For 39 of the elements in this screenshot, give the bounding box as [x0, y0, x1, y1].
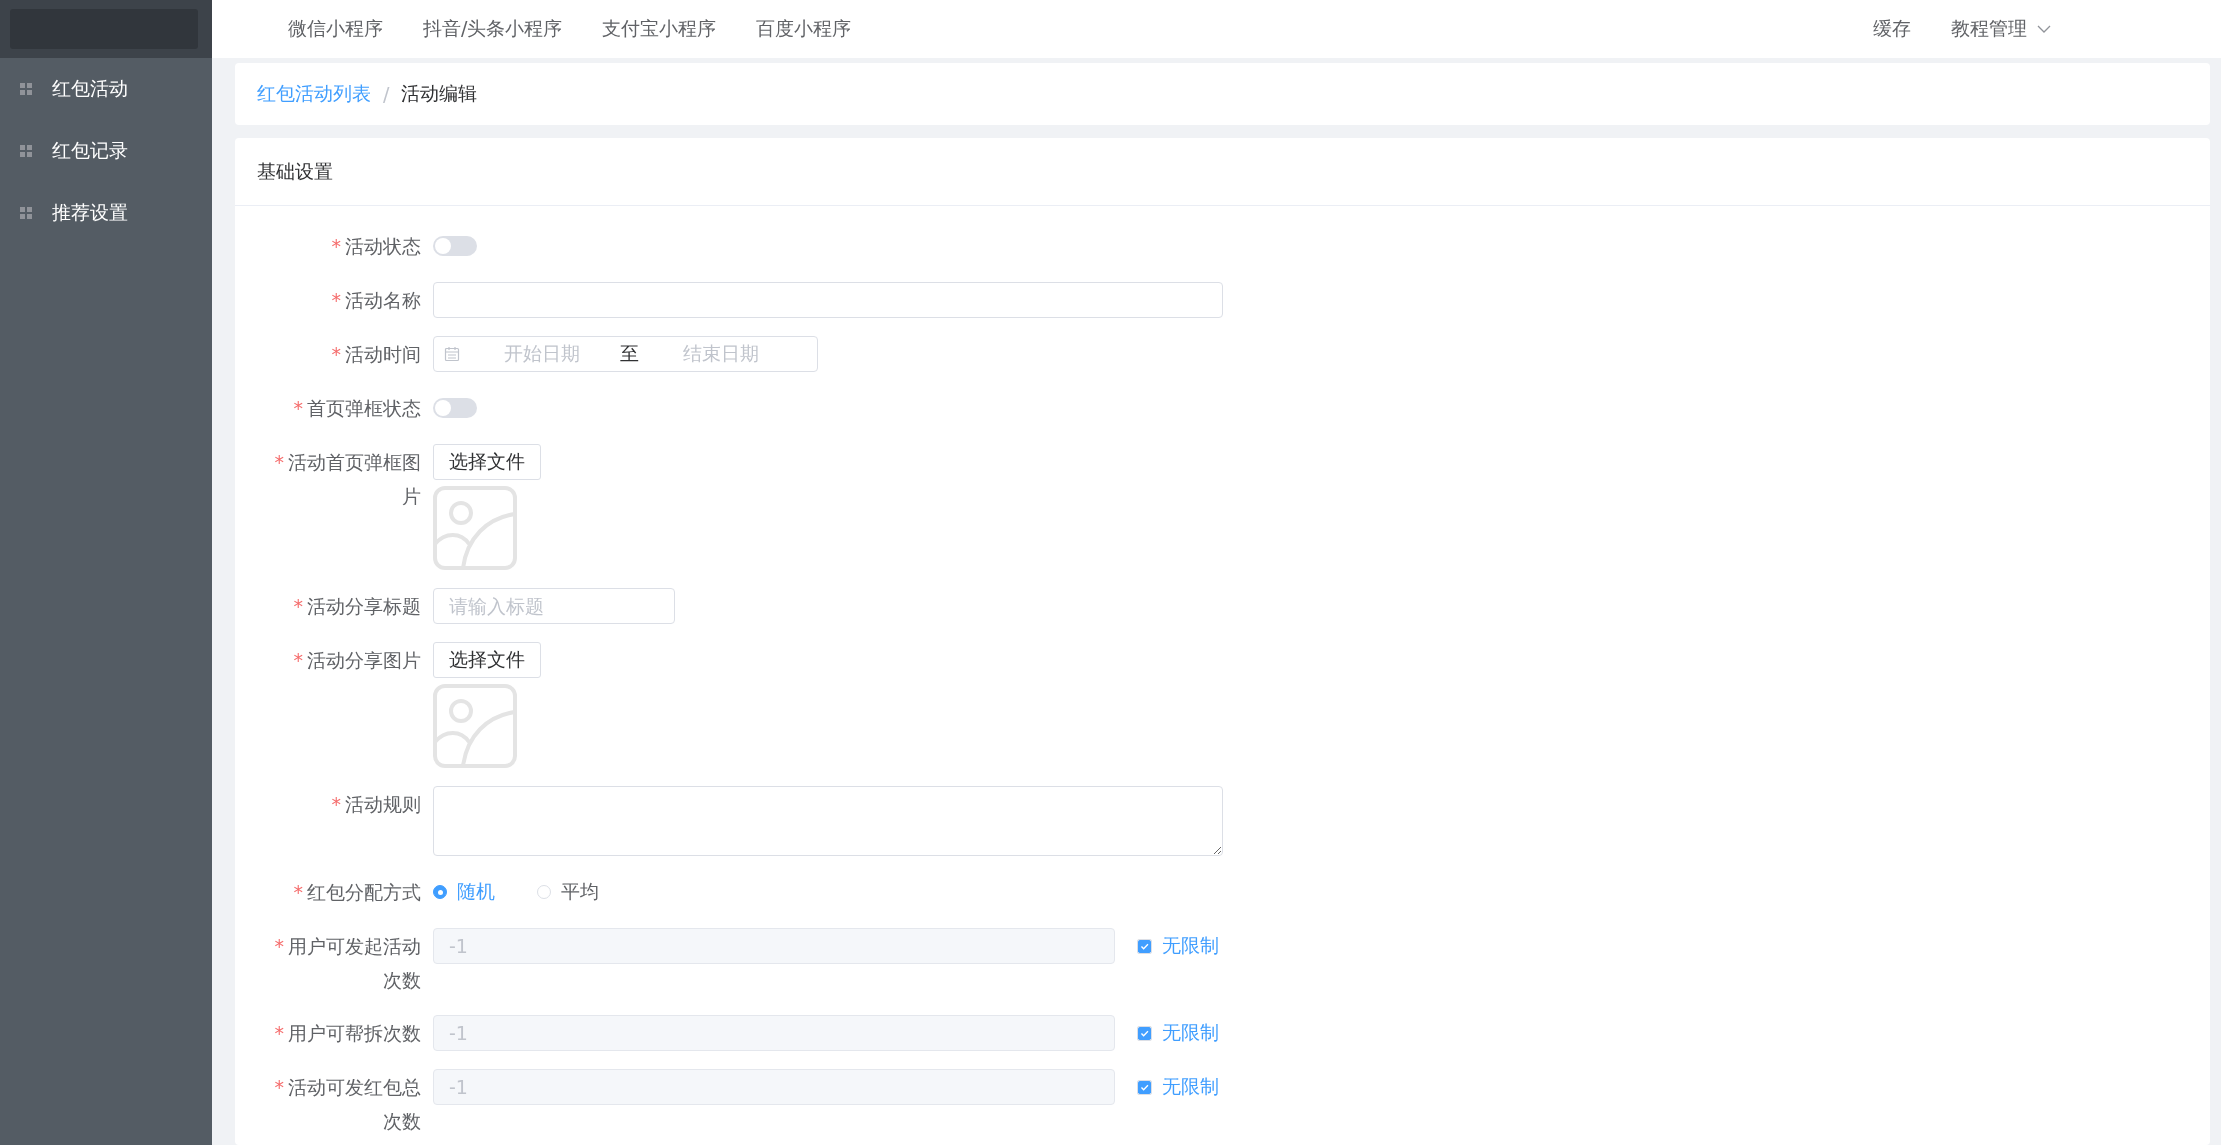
field-label: * 活动可发红包总次数: [273, 1075, 422, 1134]
image-placeholder-icon: [433, 486, 517, 570]
sidebar-item[interactable]: 推荐设置: [0, 182, 212, 244]
grid-icon: [20, 145, 32, 157]
input-field[interactable]: [433, 282, 1223, 318]
image-placeholder-icon: [433, 684, 517, 768]
field-label: * 用户可帮拆次数: [273, 1021, 422, 1046]
field-label: * 活动分享图片: [292, 648, 422, 673]
field-label: * 活动名称: [330, 288, 422, 313]
toggle-switch[interactable]: [433, 398, 477, 418]
nav-link[interactable]: 缓存: [1853, 16, 1931, 42]
field-label: * 首页弹框状态: [292, 396, 422, 421]
sidebar-item[interactable]: 红包活动: [0, 58, 212, 120]
date-range-field[interactable]: 开始日期 至 结束日期: [433, 336, 818, 372]
card-title: 基础设置: [235, 138, 2210, 206]
grid-icon: [20, 207, 32, 219]
field-label: * 用户可发起活动次数: [273, 934, 422, 993]
nav-tab[interactable]: 支付宝小程序: [582, 16, 737, 42]
choose-file-button[interactable]: 选择文件: [433, 642, 541, 678]
field-label: * 活动规则: [330, 792, 422, 817]
breadcrumb-current: 活动编辑: [401, 81, 478, 106]
field-label: * 活动时间: [330, 342, 422, 367]
field-label: * 红包分配方式: [292, 880, 422, 905]
nav-tab[interactable]: 微信小程序: [268, 16, 403, 42]
nav-tab[interactable]: 抖音/头条小程序: [403, 16, 583, 42]
input-field[interactable]: 请输入标题: [433, 588, 675, 624]
field-label: * 活动分享标题: [292, 594, 422, 619]
textarea-field[interactable]: [433, 786, 1223, 856]
radio-option[interactable]: 平均: [537, 879, 599, 905]
breadcrumb-separator: /: [383, 83, 390, 105]
calendar-icon: [444, 346, 460, 362]
sidebar-item[interactable]: 红包记录: [0, 120, 212, 182]
field-label: * 活动状态: [330, 234, 422, 259]
grid-icon: [20, 83, 32, 95]
nav-tab[interactable]: 百度小程序: [736, 16, 872, 42]
choose-file-button[interactable]: 选择文件: [433, 444, 541, 480]
field-label: * 活动首页弹框图片: [273, 450, 422, 509]
dropdown-menu[interactable]: 教程管理: [1931, 16, 2071, 42]
toggle-switch[interactable]: [433, 236, 477, 256]
